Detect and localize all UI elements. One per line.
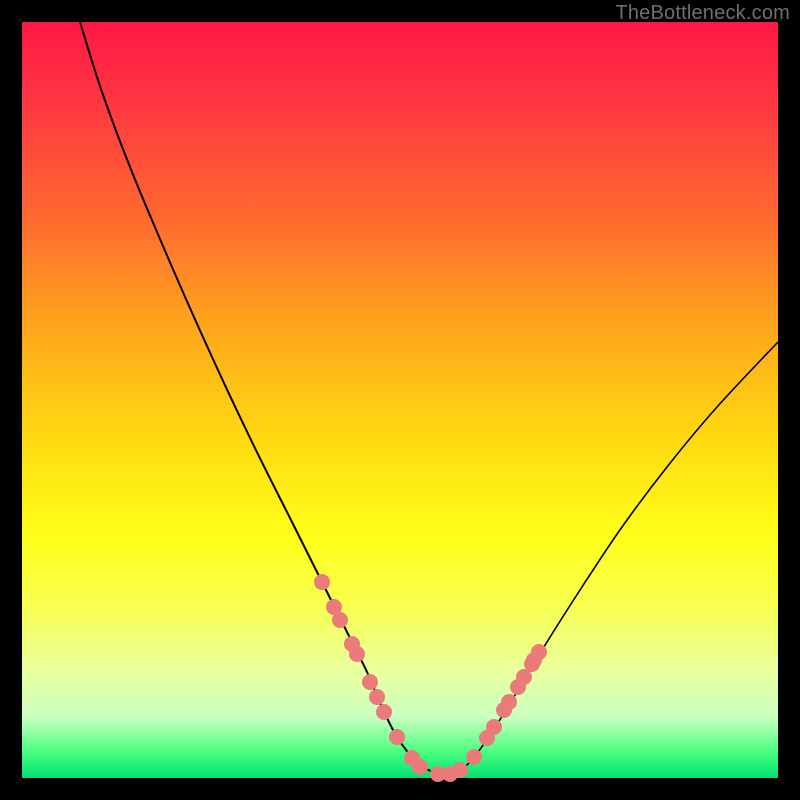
- curve-left-branch: [80, 22, 452, 776]
- marker-dot: [369, 689, 385, 705]
- curve-layer: [22, 22, 778, 778]
- marker-dot: [389, 729, 405, 745]
- plot-area: [22, 22, 778, 778]
- marker-dot: [412, 759, 428, 775]
- marker-dot: [314, 574, 330, 590]
- marker-dot: [332, 612, 348, 628]
- marker-dot: [452, 762, 468, 778]
- marker-dot: [486, 719, 502, 735]
- marker-dot: [362, 674, 378, 690]
- marker-dot: [524, 656, 540, 672]
- marker-dot: [376, 704, 392, 720]
- marker-dot: [501, 694, 517, 710]
- marker-dots: [314, 574, 547, 782]
- marker-dot: [466, 749, 482, 765]
- chart-frame: TheBottleneck.com: [0, 0, 800, 800]
- marker-dot: [349, 646, 365, 662]
